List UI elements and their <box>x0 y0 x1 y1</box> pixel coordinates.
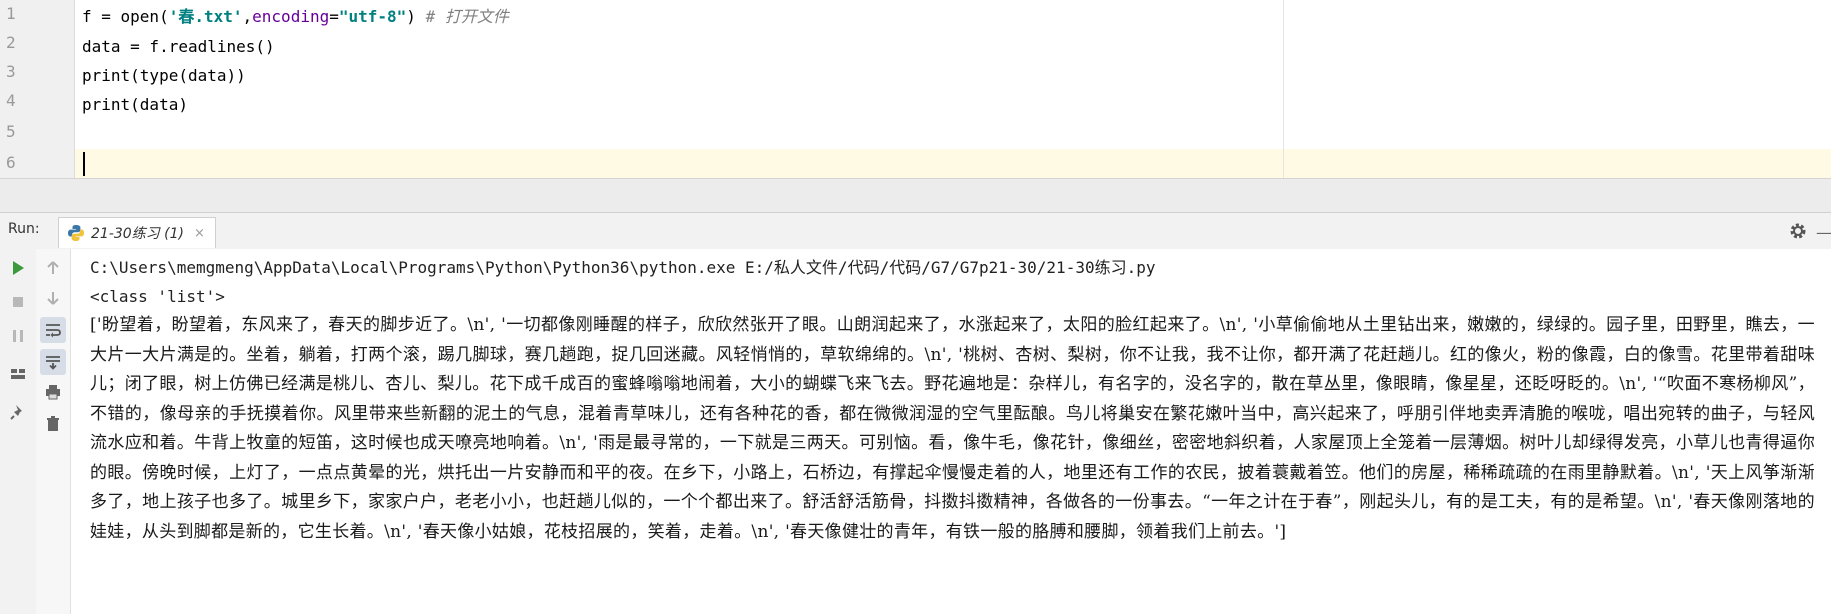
rerun-button[interactable] <box>5 255 31 281</box>
run-tool-window-body: C:\Users\memgmeng\AppData\Local\Programs… <box>0 249 1831 614</box>
next-occurrence-button[interactable] <box>40 285 66 311</box>
code-token: ) <box>406 7 416 26</box>
run-toolbar-secondary <box>36 249 71 614</box>
right-margin-guide <box>1283 0 1284 178</box>
code-token: f = open( <box>82 7 169 26</box>
panel-splitter[interactable] <box>0 178 1831 213</box>
layout-button[interactable] <box>5 361 31 387</box>
soft-wrap-icon <box>46 324 61 338</box>
run-toolbar-primary <box>0 249 37 614</box>
text-caret <box>83 152 85 176</box>
keyword-argument: encoding <box>252 7 330 26</box>
pin-icon <box>10 405 22 420</box>
previous-occurrence-button[interactable] <box>40 255 66 281</box>
line-number: 4 <box>6 91 16 110</box>
code-line[interactable]: f = open('春.txt',encoding="utf-8") # 打开文… <box>82 2 509 32</box>
run-tab[interactable]: 21-30练习 (1) × <box>58 217 216 248</box>
line-number: 1 <box>6 4 16 23</box>
line-number: 5 <box>6 122 16 141</box>
line-number: 2 <box>6 33 16 52</box>
soft-wrap-button[interactable] <box>40 317 66 343</box>
clear-all-button[interactable] <box>40 411 66 437</box>
run-tool-window-header: Run: 21-30练习 (1) × — <box>0 212 1831 250</box>
python-icon <box>68 225 84 241</box>
current-line-highlight <box>75 149 1831 178</box>
stop-button[interactable] <box>5 289 31 315</box>
code-line[interactable]: print(data) <box>82 90 188 120</box>
console-list-output: ['盼望着，盼望着，东风来了，春天的脚步近了。\n', '一切都像刚睡醒的样子，… <box>90 315 1815 542</box>
print-icon <box>46 385 60 400</box>
trash-icon <box>47 416 59 431</box>
string-literal: "utf-8" <box>338 7 407 26</box>
pin-button[interactable] <box>5 399 31 425</box>
ide-window: 1 2 3 4 5 6 f = open('春.txt',encoding="u… <box>0 0 1831 614</box>
run-tab-label: 21-30练习 (1) <box>91 226 184 242</box>
code-token: , <box>242 7 253 26</box>
code-comment: # 打开文件 <box>415 7 509 26</box>
console-type-output: <class 'list'> <box>90 287 225 306</box>
close-icon[interactable]: × <box>194 226 205 241</box>
run-icon <box>13 261 24 275</box>
scroll-to-end-button[interactable] <box>40 349 66 375</box>
layout-icon <box>11 369 25 379</box>
minimize-icon[interactable]: — <box>1816 223 1831 242</box>
string-literal: '春.txt' <box>168 7 243 26</box>
pause-button[interactable] <box>5 323 31 349</box>
line-number: 6 <box>6 153 16 172</box>
arrow-up-icon <box>47 261 59 274</box>
code-line[interactable]: data = f.readlines() <box>82 32 275 62</box>
code-token: = <box>329 7 339 26</box>
run-label: Run: <box>8 221 40 237</box>
code-line[interactable]: print(type(data)) <box>82 61 246 91</box>
console-command-line: C:\Users\memgmeng\AppData\Local\Programs… <box>90 258 1156 277</box>
line-number: 3 <box>6 62 16 81</box>
pause-icon <box>13 330 23 342</box>
code-editor[interactable]: 1 2 3 4 5 6 f = open('春.txt',encoding="u… <box>0 0 1831 178</box>
line-number-gutter <box>0 0 75 178</box>
console-output[interactable]: C:\Users\memgmeng\AppData\Local\Programs… <box>90 253 1815 613</box>
arrow-down-icon <box>47 292 59 305</box>
print-button[interactable] <box>40 379 66 405</box>
gear-icon[interactable] <box>1788 221 1808 241</box>
stop-icon <box>13 297 23 307</box>
scroll-to-end-icon <box>46 356 60 370</box>
